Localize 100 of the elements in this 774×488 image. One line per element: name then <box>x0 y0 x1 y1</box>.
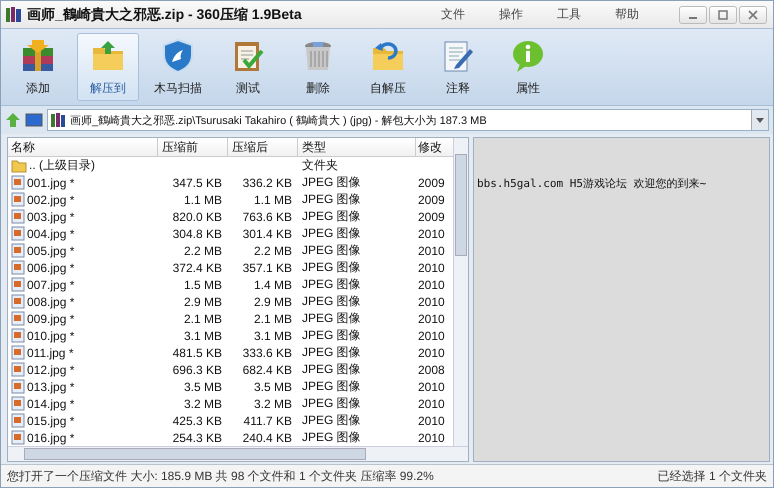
menu-item[interactable]: 帮助 <box>615 6 639 23</box>
size-cell-text: 347.5 KB <box>172 176 223 190</box>
type-cell-text: JPEG 图像 <box>301 191 362 208</box>
file-name-cell: .. (上级目录) <box>8 157 158 174</box>
toolbar-button[interactable]: 注释 <box>427 33 489 101</box>
file-name-cell: 007.jpg * <box>8 277 158 292</box>
packed-size-cell-text: 2.2 MB <box>252 244 293 258</box>
toolbar-button[interactable]: 木马扫描 <box>147 33 209 101</box>
toolbar-button[interactable]: 添加 <box>7 33 69 101</box>
date-cell-text: 2010 <box>417 346 446 360</box>
size-cell-text: 1.5 MB <box>182 278 223 292</box>
packed-size-cell-text: 333.6 KB <box>242 346 293 360</box>
type-cell-text: JPEG 图像 <box>301 395 362 412</box>
packed-size-cell-text: 240.4 KB <box>242 430 293 444</box>
size-cell-text: 820.0 KB <box>172 210 223 224</box>
toolbar-button[interactable]: 自解压 <box>357 33 419 101</box>
size-cell-text: 304.8 KB <box>172 226 223 240</box>
file-name-cell: 011.jpg * <box>8 345 158 360</box>
file-name-cell: 012.jpg * <box>8 362 158 377</box>
packed-size-cell-text: 3.5 MB <box>252 380 293 394</box>
size-cell-text: 372.4 KB <box>172 260 223 274</box>
image-file-icon <box>11 311 25 326</box>
status-text: 您打开了一个压缩文件 大小: 185.9 MB 共 98 个文件和 1 个文件夹 压缩率 99.2% <box>7 468 434 484</box>
image-file-icon <box>11 345 25 360</box>
column-header[interactable]: 类型 <box>298 138 416 156</box>
image-file-icon <box>11 413 25 428</box>
packed-size-cell-text: 411.7 KB <box>242 414 293 428</box>
image-file-icon <box>11 192 25 207</box>
packed-size-cell-text: 2.9 MB <box>252 294 293 308</box>
column-header[interactable]: 压缩后 <box>228 138 298 156</box>
minimize-icon <box>689 16 697 18</box>
image-file-icon <box>11 175 25 190</box>
maximize-button[interactable] <box>709 6 737 24</box>
type-cell-text: JPEG 图像 <box>301 174 362 191</box>
file-name-cell: 002.jpg * <box>8 192 158 207</box>
toolbar-button[interactable]: 删除 <box>287 33 349 101</box>
image-file-icon <box>11 294 25 309</box>
size-cell-text: 254.3 KB <box>172 430 223 444</box>
image-file-icon <box>11 379 25 394</box>
size-cell-text: 696.3 KB <box>172 362 223 376</box>
file-name-cell: 016.jpg * <box>8 430 158 445</box>
date-cell-text: 2010 <box>417 312 446 326</box>
image-file-icon <box>11 243 25 258</box>
type-cell-text: JPEG 图像 <box>301 378 362 395</box>
date-cell-text: 2010 <box>417 328 446 342</box>
packed-size-cell-text: 1.1 MB <box>252 192 293 206</box>
size-cell-text: 2.1 MB <box>182 312 223 326</box>
image-file-icon <box>11 277 25 292</box>
column-header[interactable]: 名称 <box>8 138 158 156</box>
packed-size-cell-text: 301.4 KB <box>242 226 293 240</box>
file-name-cell: 004.jpg * <box>8 226 158 241</box>
file-name-cell: 006.jpg * <box>8 260 158 275</box>
date-cell-text: 2010 <box>417 430 446 444</box>
vertical-scrollbar[interactable] <box>453 138 468 446</box>
packed-size-cell-text: 682.4 KB <box>242 362 293 376</box>
size-cell-text: 3.5 MB <box>182 380 223 394</box>
horizontal-scrollbar[interactable] <box>8 446 468 461</box>
date-cell-text: 2008 <box>417 362 446 376</box>
comment-text: bbs.h5gal.com H5游戏论坛 欢迎您的到来~ <box>476 176 708 191</box>
size-cell-text: 3.2 MB <box>182 396 223 410</box>
packed-size-cell-text: 3.2 MB <box>252 396 293 410</box>
menu-item[interactable]: 操作 <box>499 6 523 23</box>
image-file-icon <box>11 396 25 411</box>
minimize-button[interactable] <box>679 6 707 24</box>
packed-size-cell-text: 336.2 KB <box>242 176 293 190</box>
size-cell-text: 3.1 MB <box>182 328 223 342</box>
column-header[interactable]: 修改 <box>416 138 448 156</box>
shield-icon <box>160 38 196 74</box>
maximize-icon <box>718 10 728 20</box>
menu-item[interactable]: 文件 <box>441 6 465 23</box>
address-field[interactable]: 画师_鶴崎貴大之邪恶.zip\Tsurusaki Takahiro ( 鶴崎貴大 ) (jpg) - 解包大小为 187.3 MB <box>47 109 769 131</box>
size-cell-text: 2.9 MB <box>182 294 223 308</box>
size-cell-text: 2.2 MB <box>182 244 223 258</box>
packed-size-cell-text: 3.1 MB <box>252 328 293 342</box>
date-cell-text: 2009 <box>417 210 446 224</box>
menu-item[interactable]: 工具 <box>557 6 581 23</box>
date-cell-text: 2010 <box>417 294 446 308</box>
type-cell-text: 文件夹 <box>301 157 339 174</box>
file-name-cell: 010.jpg * <box>8 328 158 343</box>
desktop-icon[interactable] <box>25 112 43 128</box>
size-cell-text: 425.3 KB <box>172 414 223 428</box>
file-name-cell: 001.jpg * <box>8 175 158 190</box>
toolbar-button[interactable]: 属性 <box>497 33 559 101</box>
date-cell-text: 2010 <box>417 396 446 410</box>
close-button[interactable] <box>739 6 767 24</box>
image-file-icon <box>11 430 25 445</box>
column-header[interactable]: 压缩前 <box>158 138 228 156</box>
image-file-icon <box>11 362 25 377</box>
dropdown-arrow-icon[interactable] <box>756 118 764 122</box>
toolbar-button[interactable]: 解压到 <box>77 33 139 101</box>
file-name-cell: 008.jpg * <box>8 294 158 309</box>
type-cell-text: JPEG 图像 <box>301 429 362 446</box>
date-cell-text: 2010 <box>417 226 446 240</box>
size-cell-text: 1.1 MB <box>182 192 223 206</box>
type-cell-text: JPEG 图像 <box>301 259 362 276</box>
toolbar-button[interactable]: 测试 <box>217 33 279 101</box>
image-file-icon <box>11 226 25 241</box>
packed-size-cell-text: 357.1 KB <box>242 260 293 274</box>
file-name-cell: 013.jpg * <box>8 379 158 394</box>
type-cell-text: JPEG 图像 <box>301 344 362 361</box>
